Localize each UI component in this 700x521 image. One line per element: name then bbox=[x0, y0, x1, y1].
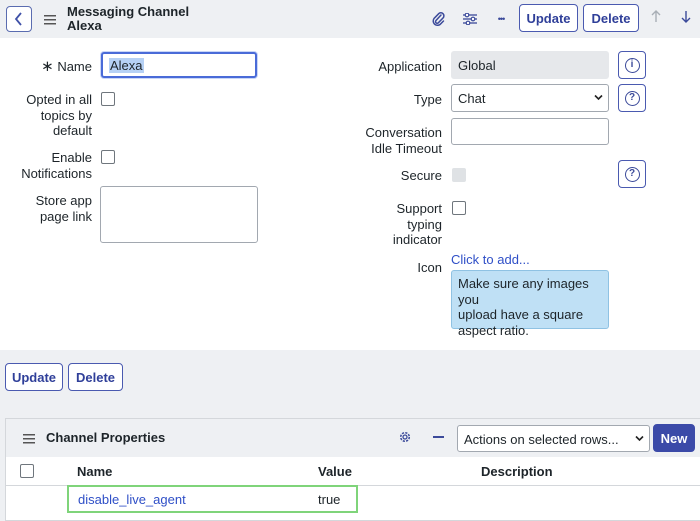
chevron-down-icon bbox=[594, 94, 603, 101]
related-list-channel-properties: Channel Properties Actions on selected r… bbox=[5, 418, 700, 521]
chevron-left-icon bbox=[14, 12, 22, 26]
delete-button[interactable]: Delete bbox=[583, 4, 639, 32]
name-input[interactable]: Alexa bbox=[101, 52, 257, 78]
settings-sliders-icon[interactable] bbox=[460, 9, 480, 29]
footer-delete-button[interactable]: Delete bbox=[68, 363, 123, 391]
collapse-icon[interactable] bbox=[433, 436, 444, 438]
type-label: Type bbox=[413, 92, 442, 107]
arrow-down-icon[interactable] bbox=[681, 10, 691, 26]
help-icon: ? bbox=[624, 90, 640, 106]
record-type-title: Messaging Channel bbox=[67, 4, 190, 19]
store-app-link-label: Store app page link bbox=[35, 193, 92, 224]
more-options-icon[interactable]: ••• bbox=[491, 9, 511, 29]
update-button[interactable]: Update bbox=[519, 4, 578, 32]
store-app-link-textarea[interactable] bbox=[100, 186, 258, 243]
enable-notifications-checkbox[interactable] bbox=[101, 150, 115, 164]
required-mark: ∗ bbox=[41, 58, 54, 75]
opted-in-label: Opted in all topics by default bbox=[26, 92, 92, 138]
enable-notifications-label: Enable Notifications bbox=[21, 150, 92, 181]
select-all-checkbox[interactable] bbox=[20, 464, 34, 478]
application-label: Application bbox=[378, 59, 442, 74]
related-list-header: Channel Properties Actions on selected r… bbox=[6, 419, 700, 457]
record-form: ∗ Name Alexa Opted in all topics by defa… bbox=[0, 38, 700, 350]
paperclip-icon[interactable] bbox=[428, 9, 448, 29]
typing-indicator-checkbox[interactable] bbox=[452, 201, 466, 215]
icon-label: Icon bbox=[417, 260, 442, 275]
secure-label: Secure bbox=[400, 168, 442, 183]
new-button[interactable]: New bbox=[653, 424, 695, 452]
menu-icon[interactable] bbox=[44, 13, 56, 28]
table-row: disable_live_agent true bbox=[67, 485, 358, 513]
help-icon: ? bbox=[624, 166, 640, 182]
property-value: true bbox=[318, 492, 341, 507]
column-header-value[interactable]: Value bbox=[318, 464, 352, 479]
type-select[interactable]: Chat bbox=[451, 84, 609, 112]
actions-select[interactable]: Actions on selected rows... bbox=[457, 425, 650, 452]
record-name-title: Alexa bbox=[67, 18, 102, 33]
related-list-title: Channel Properties bbox=[46, 430, 166, 445]
icon-hint-box: Make sure any images you upload have a s… bbox=[451, 270, 609, 338]
column-header-name[interactable]: Name bbox=[77, 464, 112, 479]
type-help-button[interactable]: ? bbox=[618, 84, 646, 112]
secure-checkbox bbox=[452, 168, 466, 182]
application-info-button[interactable]: i bbox=[618, 51, 646, 79]
footer-update-button[interactable]: Update bbox=[5, 363, 63, 391]
back-button[interactable] bbox=[6, 6, 32, 32]
arrow-up-icon[interactable] bbox=[651, 10, 661, 26]
application-field: Global bbox=[451, 51, 609, 79]
secure-help-button[interactable]: ? bbox=[618, 160, 646, 188]
typing-indicator-label: Support typing indicator bbox=[392, 201, 442, 247]
icon-add-link[interactable]: Click to add... bbox=[451, 252, 530, 267]
gear-icon[interactable] bbox=[398, 430, 412, 447]
chevron-down-icon bbox=[635, 435, 644, 442]
column-header-description[interactable]: Description bbox=[481, 464, 553, 479]
form-header: Messaging Channel Alexa ••• Update Delet… bbox=[0, 0, 700, 37]
name-label: ∗ Name bbox=[41, 58, 92, 75]
property-name-link[interactable]: disable_live_agent bbox=[78, 492, 186, 507]
info-icon: i bbox=[624, 57, 640, 73]
idle-timeout-label: Conversation Idle Timeout bbox=[365, 125, 442, 156]
idle-timeout-input[interactable] bbox=[451, 118, 609, 145]
opted-in-checkbox[interactable] bbox=[101, 92, 115, 106]
list-menu-icon[interactable] bbox=[23, 432, 35, 447]
